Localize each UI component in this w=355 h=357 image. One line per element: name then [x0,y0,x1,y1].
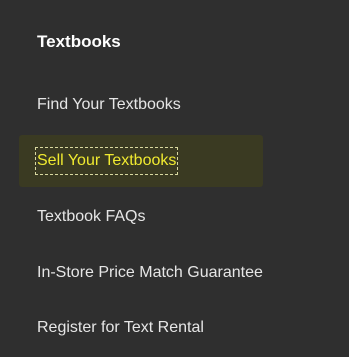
menu-item-sell-your-textbooks[interactable]: Sell Your Textbooks [34,147,179,175]
menu-heading: Textbooks [37,32,121,51]
menu-item-find-your-textbooks[interactable]: Find Your Textbooks [37,93,181,117]
menu-item-in-store-price-match-guarantee[interactable]: In-Store Price Match Guarantee [37,261,263,285]
textbooks-menu-panel: Textbooks Find Your Textbooks Sell Your … [0,0,349,357]
menu-item-register-for-text-rental[interactable]: Register for Text Rental [37,316,204,340]
menu-item-textbook-faqs[interactable]: Textbook FAQs [37,205,146,229]
